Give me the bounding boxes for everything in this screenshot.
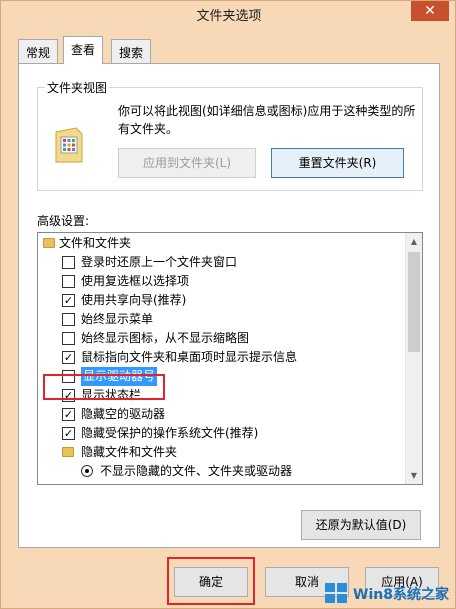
tree-scrollbar[interactable]: ▲ ▼ — [405, 233, 422, 484]
folder-view-description: 你可以将此视图(如详细信息或图标)应用于这种类型的所有文件夹。 — [118, 104, 416, 136]
checkbox[interactable] — [62, 256, 75, 269]
folder-view-group-label: 文件夹视图 — [45, 79, 110, 96]
scroll-up-arrow-icon[interactable]: ▲ — [406, 233, 422, 250]
checkbox-checked[interactable]: ✓ — [62, 427, 75, 440]
selected-option-label: 显示驱动器号 — [81, 367, 158, 386]
watermark: Win8系统之家 — [325, 583, 449, 605]
title-bar: 文件夹选项 ✕ — [1, 1, 456, 27]
scroll-down-arrow-icon[interactable]: ▼ — [406, 467, 422, 484]
reset-folders-button[interactable]: 重置文件夹(R) — [271, 148, 404, 178]
window-title: 文件夹选项 — [196, 9, 262, 24]
view-tab-panel: 文件夹视图 你可以将此视图(如详细信息或图标)应用于这种类型的所有文件夹。 应用… — [18, 63, 440, 548]
checkbox-checked[interactable]: ✓ — [62, 408, 75, 421]
advanced-settings-tree[interactable]: 文件和文件夹 登录时还原上一个文件夹窗口 使用复选框以选择项 ✓ 使用共享向导(… — [37, 232, 423, 485]
scroll-thumb[interactable] — [408, 252, 420, 352]
close-button[interactable]: ✕ — [411, 1, 449, 21]
tab-general[interactable]: 常规 — [18, 39, 59, 63]
advanced-settings-label: 高级设置: — [37, 214, 90, 228]
watermark-text: Win8系统之家 — [353, 587, 449, 603]
folder-view-group: 文件夹视图 你可以将此视图(如详细信息或图标)应用于这种类型的所有文件夹。 应用… — [37, 79, 423, 191]
apply-to-folders-button[interactable]: 应用到文件夹(L) — [118, 148, 256, 178]
checkbox[interactable] — [62, 313, 75, 326]
folder-options-window: 文件夹选项 ✕ 常规 查看 搜索 文件夹视图 你可以将此视图(如详细信息或图标)… — [0, 0, 456, 609]
restore-defaults-button[interactable]: 还原为默认值(D) — [301, 510, 421, 540]
folder-options-icon — [55, 127, 83, 163]
tab-search[interactable]: 搜索 — [111, 39, 152, 63]
folder-icon — [43, 238, 55, 248]
checkbox-checked[interactable]: ✓ — [62, 294, 75, 307]
checkbox[interactable] — [62, 332, 75, 345]
windows-logo-icon — [325, 583, 349, 605]
ok-button[interactable]: 确定 — [174, 567, 248, 597]
checkbox-checked[interactable]: ✓ — [62, 389, 75, 402]
checkbox[interactable] — [62, 370, 75, 383]
tab-view[interactable]: 查看 — [63, 36, 104, 64]
checkbox[interactable] — [62, 275, 75, 288]
radio-button-selected[interactable] — [81, 465, 93, 477]
checkbox-checked[interactable]: ✓ — [62, 351, 75, 364]
folder-icon — [62, 447, 74, 457]
